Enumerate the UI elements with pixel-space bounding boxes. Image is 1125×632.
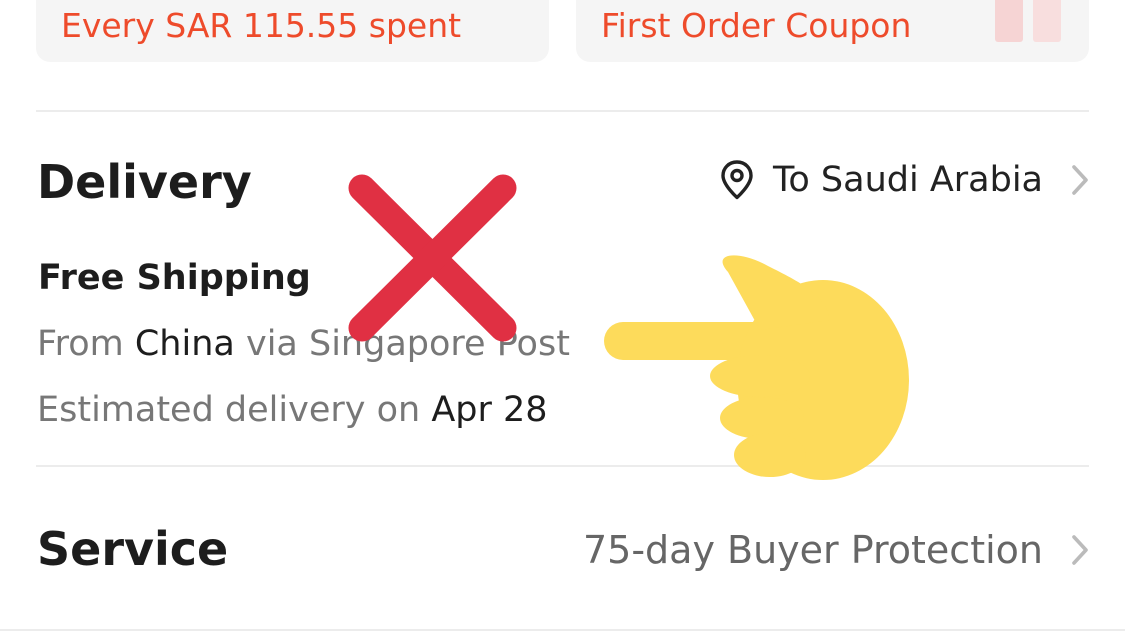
free-shipping-title: Free Shipping: [38, 258, 311, 298]
origin-country: China: [134, 324, 235, 364]
estimate-date: Apr 28: [431, 390, 548, 430]
estimate-prefix: Estimated delivery on: [37, 390, 421, 430]
red-cross-mark-icon: [348, 174, 517, 342]
buyer-protection-row[interactable]: 75-day Buyer Protection: [583, 526, 1091, 574]
divider-middle: [36, 465, 1089, 467]
coupon-spend-label: Every SAR 115.55 spent: [61, 6, 462, 45]
service-title: Service: [37, 522, 229, 576]
delivery-title: Delivery: [37, 155, 252, 209]
buyer-protection-label: 75-day Buyer Protection: [582, 528, 1043, 572]
divider-top: [36, 110, 1089, 112]
coupon-ticket-icon: [995, 0, 1061, 42]
divider-bottom: [0, 629, 1125, 631]
estimated-delivery-line: Estimated delivery on Apr 28: [37, 388, 548, 432]
chevron-right-icon: [1072, 535, 1088, 565]
destination-selector[interactable]: To Saudi Arabia: [719, 158, 1091, 202]
from-prefix: From: [37, 324, 124, 364]
coupon-first-order-label: First Order Coupon: [601, 6, 912, 45]
coupon-card-first-order[interactable]: First Order Coupon: [576, 0, 1089, 62]
chevron-right-icon: [1072, 165, 1088, 195]
location-pin-icon: [721, 160, 753, 200]
coupon-card-spend[interactable]: Every SAR 115.55 spent: [36, 0, 549, 62]
destination-label: To Saudi Arabia: [772, 160, 1043, 200]
pointing-hand-icon: [604, 255, 909, 480]
